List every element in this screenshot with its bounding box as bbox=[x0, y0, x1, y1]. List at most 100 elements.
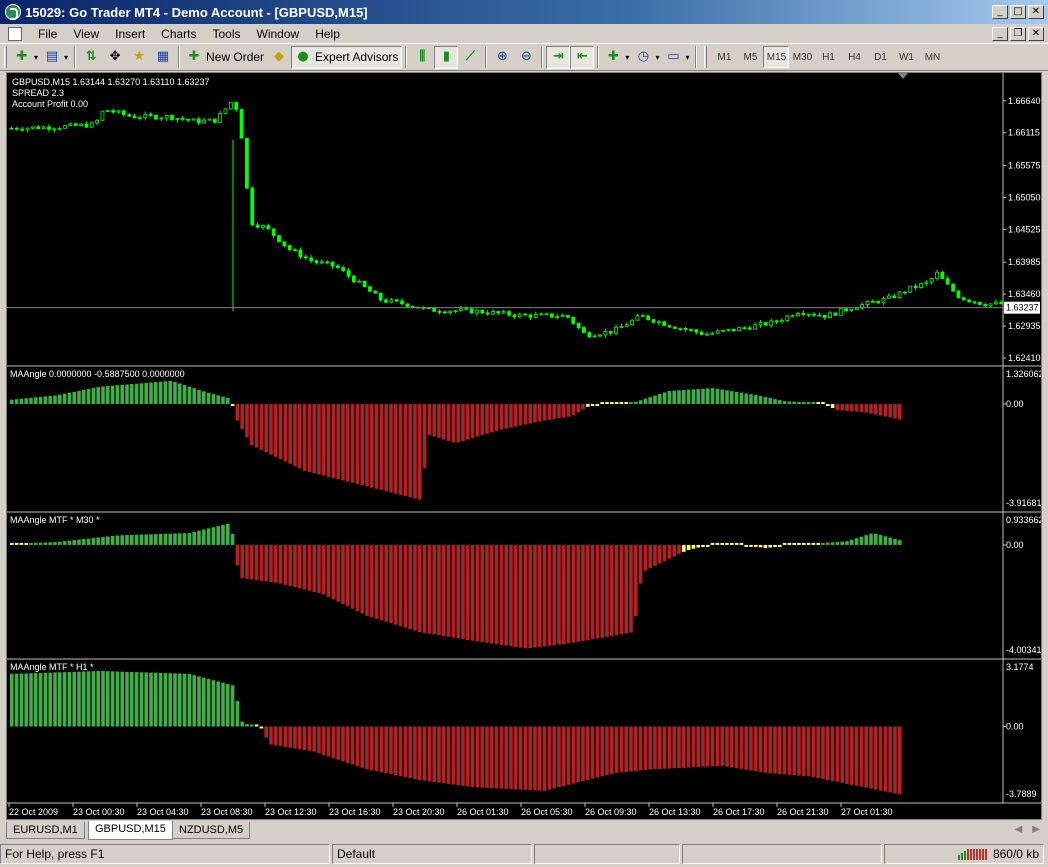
chart-window[interactable]: 1.63237 1.66640 1.66115 1.65575 1.65050 1.645… bbox=[6, 72, 1042, 820]
histogram-bar bbox=[245, 724, 249, 727]
expert-advisors-button[interactable]: ● Expert Advisors bbox=[291, 45, 403, 69]
timeframe-d1-button[interactable]: D1 bbox=[867, 46, 893, 68]
tab-gbpusd-m15[interactable]: GBPUSD,M15 bbox=[88, 821, 173, 840]
histogram-bar bbox=[787, 726, 792, 775]
zoom-out-button[interactable]: ⊖ bbox=[514, 46, 538, 69]
menu-help[interactable]: Help bbox=[307, 27, 348, 41]
templates-button[interactable]: ▭ ▾ bbox=[662, 46, 692, 69]
chart-shift-marker-icon bbox=[898, 73, 908, 79]
candle-body bbox=[913, 285, 918, 288]
histogram-bar bbox=[667, 544, 672, 559]
periods-button[interactable]: ◷ ▾ bbox=[632, 46, 662, 69]
histogram-bar bbox=[754, 544, 758, 547]
histogram-bar bbox=[96, 671, 100, 727]
candlestick-button[interactable]: ▮ bbox=[434, 45, 459, 69]
timeframe-m5-button[interactable]: M5 bbox=[737, 46, 763, 68]
profiles-icon: ▤ bbox=[45, 49, 59, 64]
histogram-bar bbox=[331, 544, 336, 600]
histogram-bar bbox=[442, 404, 446, 440]
candle-body bbox=[844, 308, 848, 312]
menu-insert[interactable]: Insert bbox=[107, 27, 153, 41]
menu-tools[interactable]: Tools bbox=[205, 27, 249, 41]
mdi-close-button[interactable]: ✕ bbox=[1028, 26, 1044, 41]
connection-bars-icon bbox=[957, 848, 987, 860]
navigator-button[interactable]: ★ bbox=[127, 46, 151, 69]
candle-body bbox=[143, 113, 148, 119]
tab-nzdusd-m5[interactable]: NZDUSD,M5 bbox=[172, 822, 251, 839]
market-watch-button[interactable]: ⇅ bbox=[79, 46, 103, 69]
candle-body bbox=[14, 127, 19, 130]
tab-scroll-right-icon[interactable]: ▶ bbox=[1032, 824, 1040, 835]
histogram-bar bbox=[528, 404, 532, 424]
candle-body bbox=[475, 309, 479, 314]
candle-body bbox=[121, 110, 126, 115]
new-chart-button[interactable]: ✚ ▾ bbox=[11, 46, 41, 69]
histogram-bar bbox=[379, 404, 384, 491]
maximize-button[interactable]: □ bbox=[1010, 5, 1026, 19]
histogram-bar bbox=[566, 726, 571, 785]
histogram-bar bbox=[542, 404, 547, 421]
histogram-bar bbox=[619, 402, 624, 405]
close-button[interactable]: ✕ bbox=[1028, 5, 1044, 19]
document-icon[interactable] bbox=[8, 26, 22, 41]
histogram-bar bbox=[542, 544, 547, 647]
histogram-bar bbox=[605, 726, 609, 776]
timeframe-m30-button[interactable]: M30 bbox=[789, 46, 815, 68]
candle-body bbox=[903, 291, 907, 294]
profiles-button[interactable]: ▤ ▾ bbox=[41, 46, 71, 69]
histogram-bar bbox=[533, 404, 537, 423]
menu-charts[interactable]: Charts bbox=[153, 27, 204, 41]
menu-window[interactable]: Window bbox=[249, 27, 308, 41]
new-order-button[interactable]: ✚ New Order bbox=[183, 46, 267, 69]
histogram-bar bbox=[662, 726, 667, 769]
terminal-button[interactable]: ▦ bbox=[151, 46, 175, 69]
histogram-bar bbox=[422, 544, 427, 633]
histogram-bar bbox=[715, 542, 720, 545]
templates-icon: ▭ bbox=[667, 49, 680, 64]
candle-body bbox=[244, 137, 249, 189]
timeframe-w1-button[interactable]: W1 bbox=[893, 46, 919, 68]
menu-view[interactable]: View bbox=[65, 27, 107, 41]
histogram-bar bbox=[547, 544, 552, 646]
histogram-bar bbox=[845, 404, 849, 411]
menu-file[interactable]: File bbox=[30, 27, 65, 41]
bar-chart-button[interactable]: ⫼ bbox=[410, 46, 434, 69]
histogram-bar bbox=[658, 393, 662, 405]
mdi-restore-button[interactable]: ❐ bbox=[1010, 26, 1026, 41]
histogram-bar bbox=[562, 726, 566, 787]
histogram-bar bbox=[624, 544, 628, 634]
histogram-bar bbox=[322, 544, 326, 595]
histogram-bar bbox=[240, 404, 244, 429]
histogram-bar bbox=[667, 390, 672, 405]
histogram-bar bbox=[691, 389, 696, 405]
tab-eurusd-m1[interactable]: EURUSD,M1 bbox=[6, 822, 85, 839]
chart-canvas[interactable]: 1.63237 1.66640 1.66115 1.65575 1.65050 1.645… bbox=[7, 73, 1041, 819]
timeframe-h4-button[interactable]: H4 bbox=[841, 46, 867, 68]
mdi-minimize-button[interactable]: _ bbox=[992, 26, 1008, 41]
timeframe-h1-button[interactable]: H1 bbox=[815, 46, 841, 68]
minimize-button[interactable]: _ bbox=[992, 5, 1008, 19]
candle-body bbox=[207, 118, 212, 121]
histogram-bar bbox=[538, 544, 542, 647]
histogram-bar bbox=[581, 544, 585, 642]
histogram-bar bbox=[211, 394, 216, 405]
chart-shift-button[interactable]: ⇤ bbox=[570, 45, 595, 69]
histogram-bar bbox=[336, 726, 340, 760]
candle-body bbox=[95, 119, 99, 124]
histogram-bar bbox=[590, 544, 595, 640]
histogram-bar bbox=[653, 395, 657, 405]
candle-body bbox=[854, 307, 859, 310]
line-chart-button[interactable]: ⟋ bbox=[458, 46, 482, 69]
data-window-button[interactable]: ✥ bbox=[103, 46, 127, 69]
timeframe-m1-button[interactable]: M1 bbox=[711, 46, 737, 68]
timeframe-mn-button[interactable]: MN bbox=[919, 46, 945, 68]
tab-scroll-left-icon[interactable]: ◀ bbox=[1015, 824, 1023, 835]
autoscroll-button[interactable]: ⇥ bbox=[546, 45, 571, 69]
candle-body bbox=[785, 315, 790, 321]
timeframe-m15-button[interactable]: M15 bbox=[763, 46, 790, 68]
zoom-in-button[interactable]: ⊕ bbox=[490, 46, 514, 69]
indicators-button[interactable]: ✚ ▾ bbox=[602, 46, 632, 69]
histogram-bar bbox=[264, 404, 268, 453]
metaeditor-button[interactable]: ◆ bbox=[267, 46, 291, 69]
histogram-bar bbox=[888, 726, 892, 793]
